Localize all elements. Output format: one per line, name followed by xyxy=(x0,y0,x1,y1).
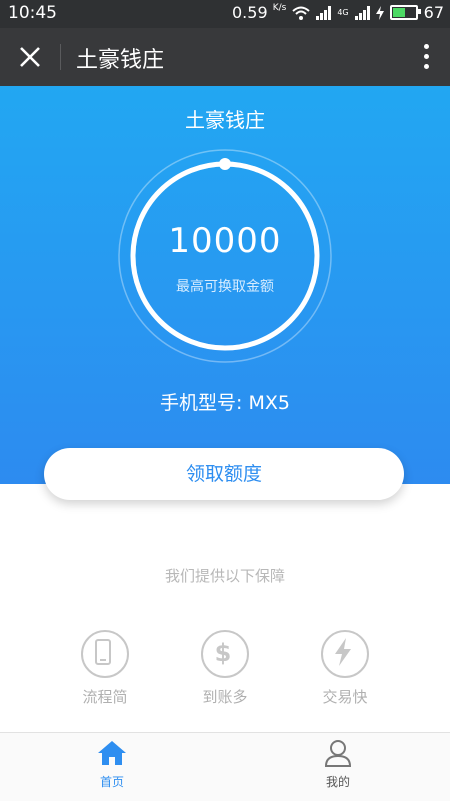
user-icon xyxy=(324,740,352,767)
page-title: 土豪钱庄 xyxy=(76,48,165,73)
max-amount-caption: 最高可换取金额 xyxy=(176,279,274,295)
home-icon xyxy=(98,741,126,765)
status-bar: 10:45 0.59 K/s 4G 67 xyxy=(0,0,450,28)
guarantees-title: 我们提供以下保障 xyxy=(164,567,285,585)
phone-icon xyxy=(81,630,129,678)
feature-item-simple-process: 流程简 xyxy=(55,630,155,707)
feature-label: 流程简 xyxy=(82,688,128,706)
hero-panel: 土豪钱庄 10000 最高可换取金额 手机型号: MX5 xyxy=(0,86,450,484)
svg-text:$: $ xyxy=(215,639,232,667)
bottom-tab-bar: 首页 我的 xyxy=(0,732,450,801)
charging-icon xyxy=(375,5,384,20)
dollar-icon: $ xyxy=(201,630,249,678)
network-type-label: 4G xyxy=(337,8,349,17)
battery-level: 67 xyxy=(423,3,444,22)
status-indicators: 0.59 K/s 4G 67 xyxy=(232,3,444,22)
feature-label: 到账多 xyxy=(202,688,248,706)
phone-model-label: 手机型号: MX5 xyxy=(160,392,290,414)
claim-quota-button[interactable]: 领取额度 xyxy=(44,448,404,500)
app-bar-divider xyxy=(60,44,61,70)
max-amount-value: 10000 xyxy=(168,221,282,261)
signal-icon xyxy=(316,5,332,20)
network-speed: 0.59 K/s xyxy=(232,3,287,22)
tab-home[interactable]: 首页 xyxy=(52,739,172,790)
gauge-knob xyxy=(219,158,231,170)
hero-title: 土豪钱庄 xyxy=(185,108,265,132)
feature-label: 交易快 xyxy=(322,688,368,706)
status-time: 10:45 xyxy=(8,3,57,23)
feature-item-fast-trade: 交易快 xyxy=(295,630,395,707)
tab-home-label: 首页 xyxy=(99,775,124,789)
tab-profile-label: 我的 xyxy=(325,775,350,789)
lightning-icon xyxy=(321,630,369,678)
tab-profile[interactable]: 我的 xyxy=(278,739,398,790)
close-icon[interactable] xyxy=(16,43,44,71)
feature-item-more-funds: $ 到账多 xyxy=(175,630,275,707)
more-vertical-icon[interactable] xyxy=(422,44,430,70)
signal-icon-secondary xyxy=(354,5,370,20)
wifi-icon xyxy=(292,6,311,20)
battery-icon xyxy=(389,5,421,20)
app-bar: 土豪钱庄 xyxy=(0,28,450,86)
